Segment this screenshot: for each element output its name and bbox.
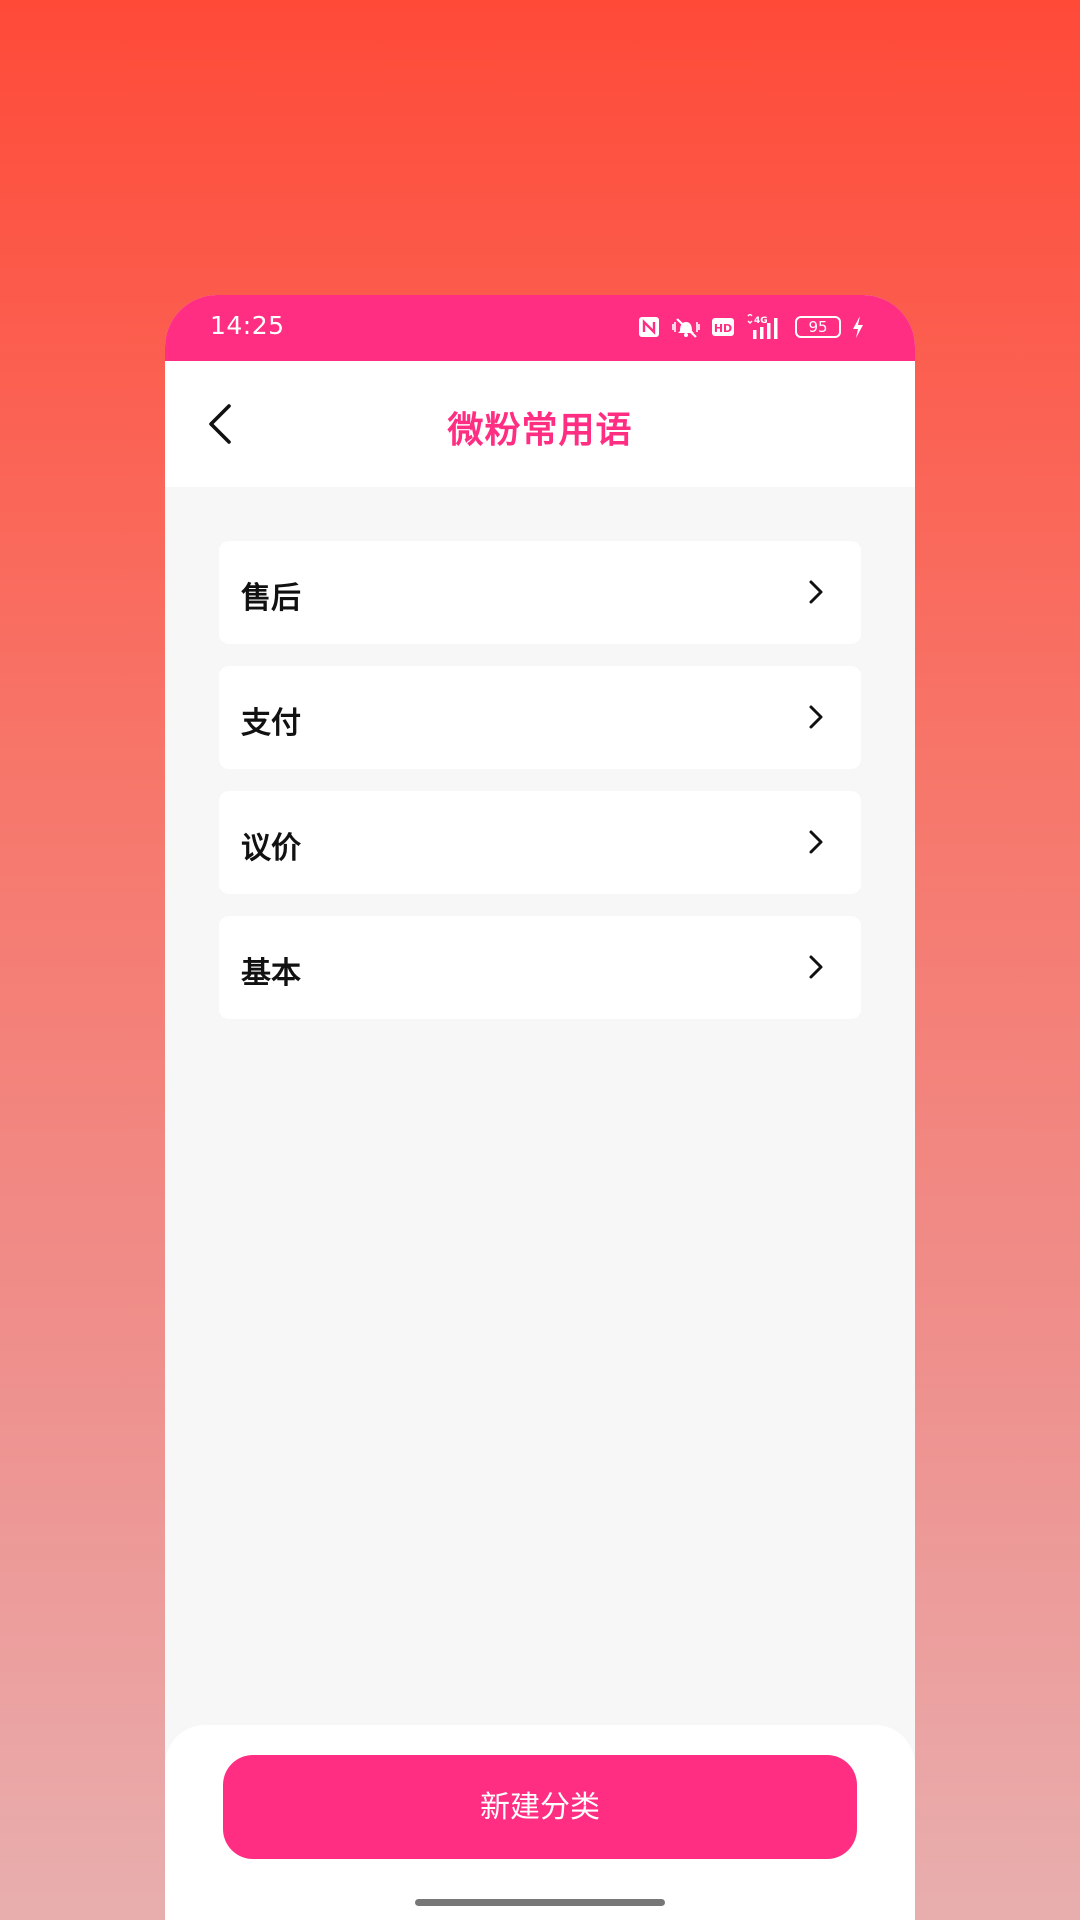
- category-label: 售后: [241, 581, 301, 616]
- charging-icon: [851, 315, 865, 339]
- category-item-basic[interactable]: 基本: [219, 916, 861, 1019]
- chevron-right-icon: [809, 580, 823, 604]
- category-list: 售后 支付 议价 基本: [219, 541, 861, 1041]
- bottom-action-bar: 新建分类: [165, 1725, 915, 1920]
- category-label: 议价: [241, 831, 301, 866]
- page-title: 微粉常用语: [447, 410, 633, 451]
- vibrate-mute-icon: [671, 315, 701, 339]
- chevron-right-icon: [809, 955, 823, 979]
- svg-text:HD: HD: [714, 322, 732, 335]
- signal-4g-icon: 4G: [745, 314, 785, 340]
- nav-bar: 微粉常用语: [165, 361, 915, 487]
- status-icons: HD 4G 95: [637, 309, 865, 345]
- new-category-button[interactable]: 新建分类: [223, 1755, 857, 1859]
- category-item-bargain[interactable]: 议价: [219, 791, 861, 894]
- hd-icon: HD: [711, 316, 735, 338]
- home-indicator[interactable]: [415, 1899, 665, 1906]
- chevron-right-icon: [809, 705, 823, 729]
- status-time: 14:25: [210, 311, 285, 340]
- category-label: 支付: [241, 706, 301, 741]
- category-item-aftersales[interactable]: 售后: [219, 541, 861, 644]
- app-screen: 14:25 HD 4G 95 微粉常用语 售后 支付 议价 基本 新建分类: [165, 295, 915, 1920]
- category-item-payment[interactable]: 支付: [219, 666, 861, 769]
- battery-icon: 95: [795, 316, 841, 338]
- chevron-right-icon: [809, 830, 823, 854]
- status-bar: 14:25 HD 4G 95: [165, 295, 915, 361]
- svg-text:4G: 4G: [754, 316, 768, 326]
- category-label: 基本: [241, 956, 301, 991]
- nfc-icon: [637, 315, 661, 339]
